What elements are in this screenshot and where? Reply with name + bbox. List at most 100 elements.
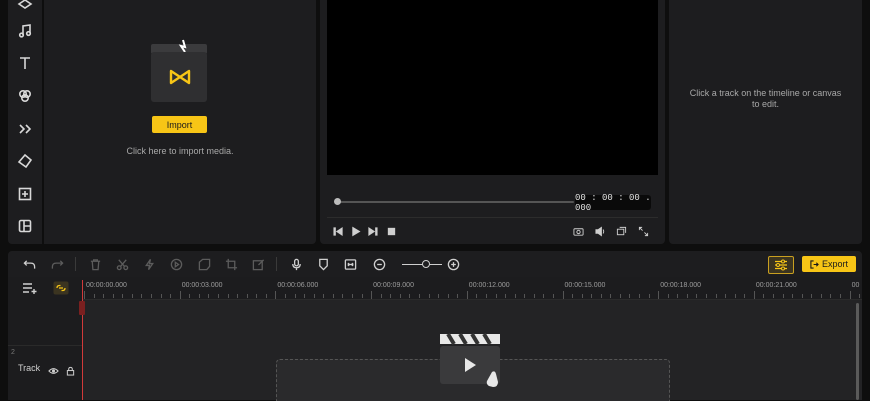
fullscreen-preview-icon[interactable] xyxy=(615,225,627,237)
time-ruler[interactable]: 00:00:00.000 00:00:03.000 00:00:06.000 00:0… xyxy=(82,277,862,300)
ruler-tick xyxy=(495,294,497,298)
stickers-icon[interactable] xyxy=(15,151,35,171)
snapshot-icon[interactable] xyxy=(572,225,584,237)
ruler-tick-label: 00 xyxy=(851,282,860,289)
expand-icon[interactable] xyxy=(637,225,649,237)
ruler-tick xyxy=(418,294,420,298)
ruler-tick xyxy=(313,294,315,298)
ruler-tick xyxy=(217,294,219,298)
import-folder-icon[interactable] xyxy=(149,38,211,110)
lock-icon[interactable] xyxy=(66,363,76,376)
ruler-tick xyxy=(801,294,803,298)
marker-icon[interactable] xyxy=(316,257,330,271)
ruler-tick xyxy=(170,294,172,298)
ruler-tick xyxy=(859,294,861,298)
ruler-tick xyxy=(572,294,574,298)
ruler-tick xyxy=(677,294,679,298)
ruler-tick xyxy=(390,294,392,298)
timeline-settings-button[interactable] xyxy=(768,256,794,274)
play-range-icon[interactable] xyxy=(169,257,183,271)
microphone-icon[interactable] xyxy=(289,257,303,271)
progress-slider[interactable] xyxy=(334,198,574,205)
sliders-icon xyxy=(775,259,787,271)
divider xyxy=(327,217,658,218)
elements-icon[interactable] xyxy=(15,184,35,204)
ruler-tick xyxy=(256,294,258,298)
next-frame-icon[interactable] xyxy=(366,225,378,237)
ruler-tick xyxy=(323,294,325,298)
ruler-tick xyxy=(93,294,95,298)
ruler-tick xyxy=(227,294,229,298)
progress-knob[interactable] xyxy=(334,198,341,205)
ruler-tick xyxy=(208,294,210,298)
ruler-tick xyxy=(840,294,842,298)
preview-canvas[interactable] xyxy=(327,0,658,175)
split-icon[interactable] xyxy=(115,257,129,271)
ruler-tick xyxy=(466,291,468,299)
zoom-in-icon[interactable] xyxy=(446,257,460,271)
ruler-tick xyxy=(150,294,152,298)
ruler-tick-label: 00:00:15.000 xyxy=(564,282,606,289)
zoom-out-icon[interactable] xyxy=(372,257,386,271)
timeline: 2 Track 00:00:00.000 00:00:03.000 00:00:06… xyxy=(8,277,862,401)
volume-icon[interactable] xyxy=(594,225,606,237)
ruler-tick-label: 00:00:21.000 xyxy=(755,282,797,289)
ruler-tick xyxy=(667,294,669,298)
redo-icon[interactable] xyxy=(50,257,64,271)
transitions-icon[interactable] xyxy=(15,119,35,139)
ruler-tick xyxy=(725,294,727,298)
import-hint: Click here to import media. xyxy=(126,146,234,156)
playhead-line[interactable] xyxy=(82,280,83,400)
ruler-tick xyxy=(811,294,813,298)
edit-icon[interactable] xyxy=(251,257,265,271)
ruler-tick xyxy=(342,294,344,298)
separator xyxy=(276,257,277,271)
ruler-tick xyxy=(782,294,784,298)
fit-icon[interactable] xyxy=(343,257,357,271)
ruler-tick xyxy=(533,294,535,298)
ruler-tick xyxy=(792,294,794,298)
ruler-tick xyxy=(543,294,545,298)
undo-icon[interactable] xyxy=(22,257,36,271)
ruler-tick xyxy=(600,294,602,298)
add-track-icon[interactable] xyxy=(22,281,38,295)
tag-icon[interactable] xyxy=(197,257,211,271)
templates-icon[interactable] xyxy=(15,216,35,236)
delete-icon[interactable] xyxy=(88,257,102,271)
media-icon[interactable] xyxy=(15,0,35,14)
eye-icon[interactable] xyxy=(48,363,59,374)
crop-icon[interactable] xyxy=(224,257,238,271)
ruler-tick xyxy=(619,294,621,298)
ruler-tick xyxy=(122,294,124,298)
speed-icon[interactable] xyxy=(142,257,156,271)
text-icon[interactable] xyxy=(15,53,35,73)
vertical-scrollbar[interactable] xyxy=(856,303,859,400)
ruler-tick xyxy=(849,291,851,299)
ruler-tick xyxy=(103,294,105,298)
effects-icon[interactable] xyxy=(15,86,35,106)
media-panel: Import Click here to import media. xyxy=(44,0,316,244)
ruler-tick xyxy=(131,294,133,298)
ruler-tick xyxy=(275,291,277,299)
ruler-tick xyxy=(476,294,478,298)
ruler-tick xyxy=(830,294,832,298)
audio-icon[interactable] xyxy=(15,21,35,41)
ruler-tick xyxy=(820,294,822,298)
link-toggle-icon[interactable] xyxy=(53,281,69,295)
ruler-tick xyxy=(648,294,650,298)
previous-frame-icon[interactable] xyxy=(332,225,344,237)
ruler-tick xyxy=(591,294,593,298)
ruler-tick-label: 00:00:06.000 xyxy=(277,282,319,289)
export-button[interactable]: Export xyxy=(802,256,856,272)
ruler-tick xyxy=(409,294,411,298)
ruler-tick xyxy=(438,294,440,298)
ruler-tick xyxy=(552,294,554,298)
ruler-tick xyxy=(399,294,401,298)
zoom-slider-knob[interactable] xyxy=(422,260,430,268)
ruler-tick xyxy=(284,294,286,298)
play-icon[interactable] xyxy=(349,225,361,237)
import-button[interactable]: Import xyxy=(152,116,207,133)
stop-icon[interactable] xyxy=(385,225,397,237)
ruler-tick xyxy=(753,291,755,299)
playhead-handle[interactable] xyxy=(79,301,85,315)
